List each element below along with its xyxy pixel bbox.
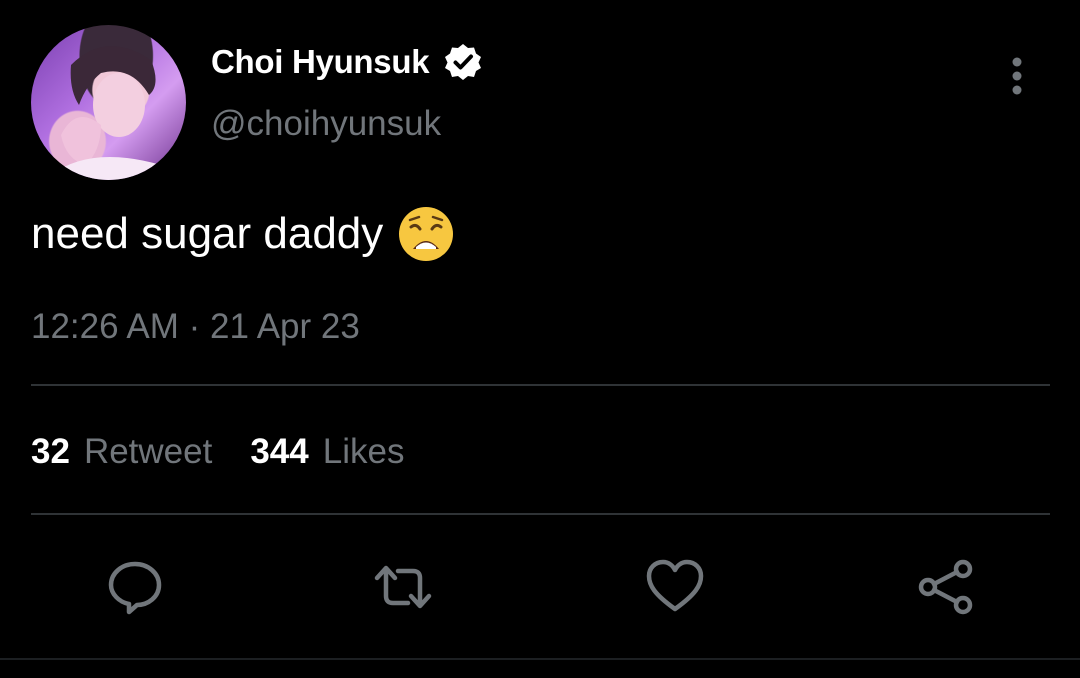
verified-badge-icon (445, 44, 482, 80)
share-icon (918, 559, 973, 615)
author-name-row[interactable]: Choi Hyunsuk (211, 42, 483, 82)
retweet-button[interactable] (372, 556, 434, 618)
likes-count-link[interactable]: 344 Likes (250, 432, 404, 472)
weary-face-emoji-icon (399, 207, 454, 261)
likes-label: Likes (322, 432, 405, 471)
retweet-label: Retweet (83, 432, 213, 471)
like-icon (646, 559, 704, 612)
retweet-icon (374, 565, 432, 609)
engagement-stats: 32 Retweet 344 Likes (31, 432, 404, 472)
tweet-body: need sugar daddy (31, 205, 455, 263)
divider (31, 513, 1050, 515)
avatar[interactable] (31, 25, 186, 180)
divider (0, 658, 1080, 660)
divider (31, 384, 1050, 386)
likes-count: 344 (250, 432, 309, 471)
retweet-count-link[interactable]: 32 Retweet (31, 432, 212, 472)
like-button[interactable] (644, 556, 706, 618)
share-button[interactable] (914, 556, 976, 618)
author-handle[interactable]: @choihyunsuk (211, 104, 441, 144)
reply-button[interactable] (104, 556, 166, 618)
tweet-detail: Choi Hyunsuk @choihyunsuk need sugar dad… (0, 0, 1080, 678)
retweet-count: 32 (31, 432, 70, 471)
tweet-text: need sugar daddy (31, 209, 384, 258)
author-display-name[interactable]: Choi Hyunsuk (211, 43, 430, 81)
tweet-timestamp[interactable]: 12:26 AM · 21 Apr 23 (31, 307, 360, 347)
reply-icon (108, 561, 162, 615)
more-options-icon[interactable] (1003, 55, 1031, 97)
